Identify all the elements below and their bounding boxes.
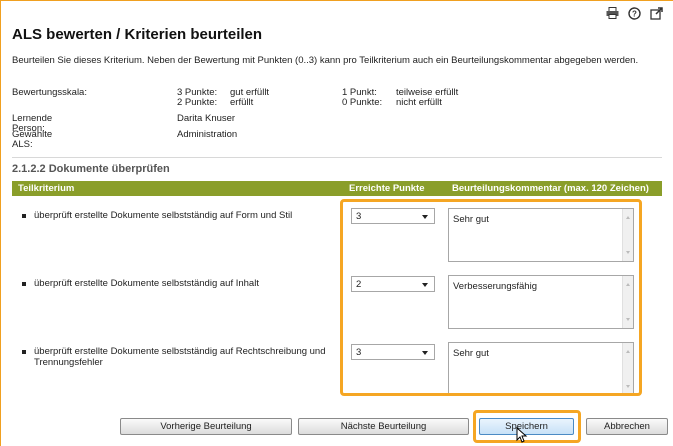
als-label: Gewählte ALS:: [12, 129, 53, 150]
comment-textarea[interactable]: Verbesserungsfähig: [448, 275, 634, 329]
comment-value: Verbesserungsfähig: [453, 281, 537, 292]
chevron-down-icon: [422, 351, 428, 355]
points-value: 3: [356, 347, 362, 358]
scale-points-0: 0 Punkte:: [342, 97, 383, 108]
points-select[interactable]: 3: [351, 344, 435, 360]
table-row: überprüft erstellte Dokumente selbststän…: [22, 346, 332, 368]
chevron-down-icon: [422, 283, 428, 287]
divider: [12, 157, 662, 158]
scale-text-2: erfüllt: [230, 97, 254, 108]
bullet-icon: [22, 282, 26, 286]
criterion-text: überprüft erstellte Dokumente selbststän…: [34, 210, 293, 221]
header-points: Erreichte Punkte: [349, 183, 425, 194]
scrollbar[interactable]: [622, 209, 633, 261]
scrollbar[interactable]: [622, 276, 633, 328]
points-select[interactable]: 3: [351, 208, 435, 224]
als-value: Administration: [177, 129, 238, 140]
cancel-button[interactable]: Abbrechen: [586, 418, 668, 435]
table-header: Teilkriterium Erreichte Punkte Beurteilu…: [12, 181, 662, 196]
comment-textarea[interactable]: Sehr gut: [448, 342, 634, 396]
header-comment: Beurteilungskommentar (max. 120 Zeichen): [452, 183, 649, 194]
comment-value: Sehr gut: [453, 214, 489, 225]
header-criterion: Teilkriterium: [18, 183, 75, 194]
scroll-up-icon: [626, 283, 630, 286]
scale-label: Bewertungsskala:: [12, 87, 87, 98]
points-value: 3: [356, 211, 362, 222]
learner-value: Darita Knuser: [177, 113, 236, 124]
points-select[interactable]: 2: [351, 276, 435, 292]
criterion-text: überprüft erstellte Dokumente selbststän…: [34, 278, 259, 289]
previous-button[interactable]: Vorherige Beurteilung: [120, 418, 292, 435]
scroll-down-icon: [626, 318, 630, 321]
section-title: 2.1.2.2 Dokumente überprüfen: [12, 163, 170, 175]
table-row: überprüft erstellte Dokumente selbststän…: [22, 210, 332, 221]
criterion-text: überprüft erstellte Dokumente selbststän…: [34, 346, 326, 368]
intro-text: Beurteilen Sie dieses Kriterium. Neben d…: [12, 55, 639, 66]
scroll-down-icon: [626, 385, 630, 388]
mouse-cursor-icon: [516, 427, 528, 443]
external-link-icon[interactable]: [649, 6, 663, 20]
scroll-down-icon: [626, 251, 630, 254]
comment-textarea[interactable]: Sehr gut: [448, 208, 634, 262]
bullet-icon: [22, 350, 26, 354]
svg-text:?: ?: [632, 9, 637, 18]
help-icon[interactable]: ?: [627, 6, 641, 20]
print-icon[interactable]: [605, 6, 619, 20]
scale-points-2: 2 Punkte:: [177, 97, 218, 108]
toolbar: ?: [605, 6, 663, 20]
comment-value: Sehr gut: [453, 348, 489, 359]
next-button[interactable]: Nächste Beurteilung: [298, 418, 469, 435]
points-value: 2: [356, 279, 362, 290]
table-row: überprüft erstellte Dokumente selbststän…: [22, 278, 332, 289]
scale-text-0: nicht erfüllt: [396, 97, 442, 108]
page-title: ALS bewerten / Kriterien beurteilen: [12, 26, 263, 43]
chevron-down-icon: [422, 215, 428, 219]
scroll-up-icon: [626, 216, 630, 219]
scroll-up-icon: [626, 350, 630, 353]
bullet-icon: [22, 214, 26, 218]
scrollbar[interactable]: [622, 343, 633, 395]
